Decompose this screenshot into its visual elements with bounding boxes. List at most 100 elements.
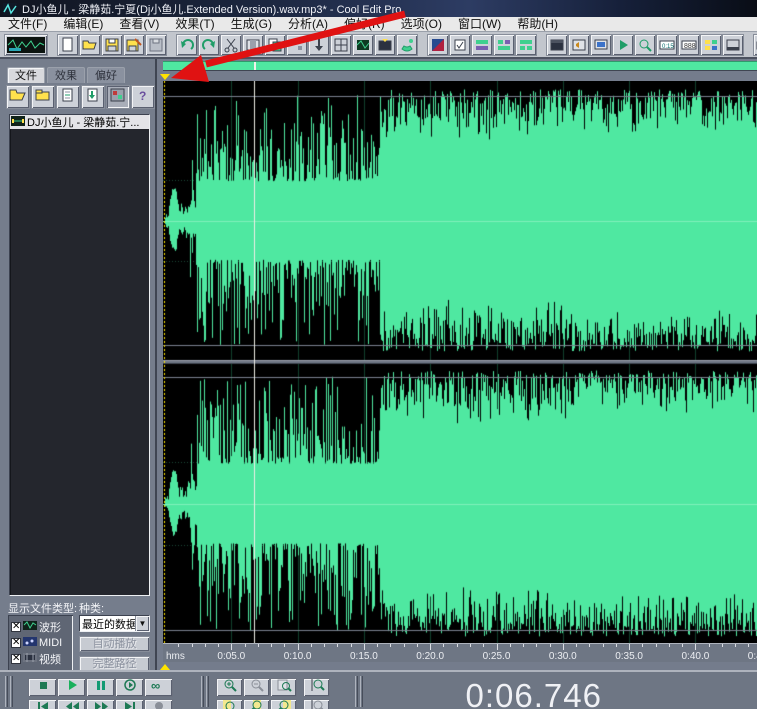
rewind-button[interactable]: [57, 699, 86, 709]
zoom-full-button[interactable]: [270, 678, 297, 697]
menu-item-4[interactable]: 效果(T): [167, 17, 222, 32]
track-block-3-button[interactable]: [515, 34, 537, 56]
repeat-last-button[interactable]: [286, 34, 308, 56]
ruler-minor-tick: [205, 644, 206, 647]
ruler-minor-tick: [748, 644, 749, 647]
monitor-window-button[interactable]: [590, 34, 612, 56]
options-toggle-button[interactable]: [106, 85, 130, 109]
open-folder-button[interactable]: [6, 85, 30, 109]
time-ruler[interactable]: hms 0:05.00:10.00:15.00:20.00:25.00:30.0…: [163, 643, 757, 662]
menu-item-8[interactable]: 选项(O): [393, 17, 450, 32]
capture-video-button[interactable]: [374, 34, 396, 56]
toolbar-grip[interactable]: [355, 676, 358, 707]
play-looped-button[interactable]: [115, 678, 144, 697]
paste-down-button[interactable]: [308, 34, 330, 56]
menu-item-9[interactable]: 窗口(W): [450, 17, 509, 32]
insert-file-button[interactable]: [81, 85, 105, 109]
zoom-out-vertical-button[interactable]: [303, 699, 330, 709]
close-file-folder-button[interactable]: [31, 85, 55, 109]
trim-button[interactable]: [242, 34, 264, 56]
zoom-sel-left-button[interactable]: [216, 699, 243, 709]
ruler-minor-tick: [550, 644, 551, 647]
menu-item-2[interactable]: 编辑(E): [55, 17, 111, 32]
mix-paste-button[interactable]: [330, 34, 352, 56]
track-block-1-button[interactable]: [471, 34, 493, 56]
dock-window-button[interactable]: [722, 34, 744, 56]
file-list[interactable]: DJ小鱼儿 - 梁静茹.宁...: [9, 114, 150, 596]
zoom-out-button[interactable]: [243, 678, 270, 697]
tab-文件[interactable]: 文件: [7, 67, 45, 83]
transport-panel: 0:06.746 ∞: [0, 670, 757, 709]
overview-navigation-bar[interactable]: [163, 61, 757, 71]
options-check-button[interactable]: [449, 34, 471, 56]
zoom-in-vertical-button[interactable]: [303, 678, 330, 697]
track-block-2-button[interactable]: [493, 34, 515, 56]
help-small-button[interactable]: ?: [131, 85, 155, 109]
find-beats-button[interactable]: [634, 34, 656, 56]
copy-to-new-button[interactable]: [264, 34, 286, 56]
record-phone-button[interactable]: [396, 34, 418, 56]
sort-dropdown[interactable]: 最近的数据 ▼: [79, 615, 150, 632]
selection-start-marker[interactable]: [160, 74, 170, 80]
redo-button[interactable]: [198, 34, 220, 56]
toolbar-grip[interactable]: [360, 676, 363, 707]
import-file-button[interactable]: [56, 85, 80, 109]
ruler-label: 0:20.0: [416, 651, 444, 662]
menu-item-6[interactable]: 分析(A): [280, 17, 336, 32]
insert-in-multitrack-button[interactable]: [352, 34, 374, 56]
ruler-major-tick: [563, 644, 564, 650]
pause-button[interactable]: [86, 678, 115, 697]
toolbar-grip[interactable]: [10, 676, 13, 707]
ruler-minor-tick: [603, 644, 604, 647]
svg-text:0:15: 0:15: [662, 44, 674, 50]
go-to-start-button[interactable]: [28, 699, 57, 709]
tab-偏好[interactable]: 偏好: [87, 67, 125, 83]
loop-button[interactable]: ∞: [144, 678, 173, 697]
waveform-multitrack-toggle-button[interactable]: [4, 34, 48, 56]
menu-item-3[interactable]: 查看(V): [111, 17, 167, 32]
speaker-window-button[interactable]: [568, 34, 590, 56]
save-file-button[interactable]: [101, 34, 123, 56]
cut-button[interactable]: [220, 34, 242, 56]
checkbox-MIDI[interactable]: ✕: [11, 638, 21, 648]
zoom-in-button[interactable]: [216, 678, 243, 697]
zoom-sel-right-button[interactable]: [270, 699, 297, 709]
counter-window-button[interactable]: 888: [678, 34, 700, 56]
menu-item-5[interactable]: 生成(G): [223, 17, 280, 32]
checkbox-波形[interactable]: ✕: [11, 622, 21, 632]
mix-view-button[interactable]: [427, 34, 449, 56]
stop-button[interactable]: [28, 678, 57, 697]
new-file-button[interactable]: [57, 34, 79, 56]
play-window-button[interactable]: [612, 34, 634, 56]
menu-item-7[interactable]: 偏好(R): [336, 17, 393, 32]
file-list-item[interactable]: DJ小鱼儿 - 梁静茹.宁...: [10, 115, 149, 129]
toolbar-grip[interactable]: [201, 676, 204, 707]
menu-item-10[interactable]: 帮助(H): [509, 17, 566, 32]
record-button[interactable]: [144, 699, 173, 709]
zoom-selection-button[interactable]: [243, 699, 270, 709]
cd-window-button[interactable]: [546, 34, 568, 56]
toolbar-grip[interactable]: [5, 676, 8, 707]
open-file-button[interactable]: [79, 34, 101, 56]
waveform-canvas[interactable]: [163, 81, 757, 643]
fast-forward-button[interactable]: [86, 699, 115, 709]
track-colors-button[interactable]: [700, 34, 722, 56]
tab-效果[interactable]: 效果: [47, 67, 85, 83]
save-file-as-button[interactable]: [123, 34, 145, 56]
time-window-button[interactable]: 0:15: [656, 34, 678, 56]
organizer-panel: 文件效果偏好 ? DJ小鱼儿 - 梁静茹.宁... 显示文件类型: 种类: ✕波…: [0, 59, 157, 709]
shortcut-keys-button[interactable]: ≡: [753, 34, 757, 56]
zoom-full-icon: [276, 678, 292, 697]
time-display[interactable]: 0:06.746: [466, 677, 602, 709]
save-all-button[interactable]: [145, 34, 167, 56]
menu-item-1[interactable]: 文件(F): [0, 17, 55, 32]
go-to-end-button[interactable]: [115, 699, 144, 709]
checkbox-视频[interactable]: ✕: [11, 654, 21, 664]
toolbar-grip[interactable]: [206, 676, 209, 707]
play-button[interactable]: [57, 678, 86, 697]
autoplay-button[interactable]: 自动播放: [79, 636, 150, 652]
record-icon: [151, 699, 167, 709]
undo-button[interactable]: [176, 34, 198, 56]
title-bar[interactable]: DJ小鱼儿 - 梁静茹.宁夏(Dj小鱼儿.Extended Version).w…: [0, 0, 757, 17]
chevron-down-icon[interactable]: ▼: [135, 616, 149, 631]
